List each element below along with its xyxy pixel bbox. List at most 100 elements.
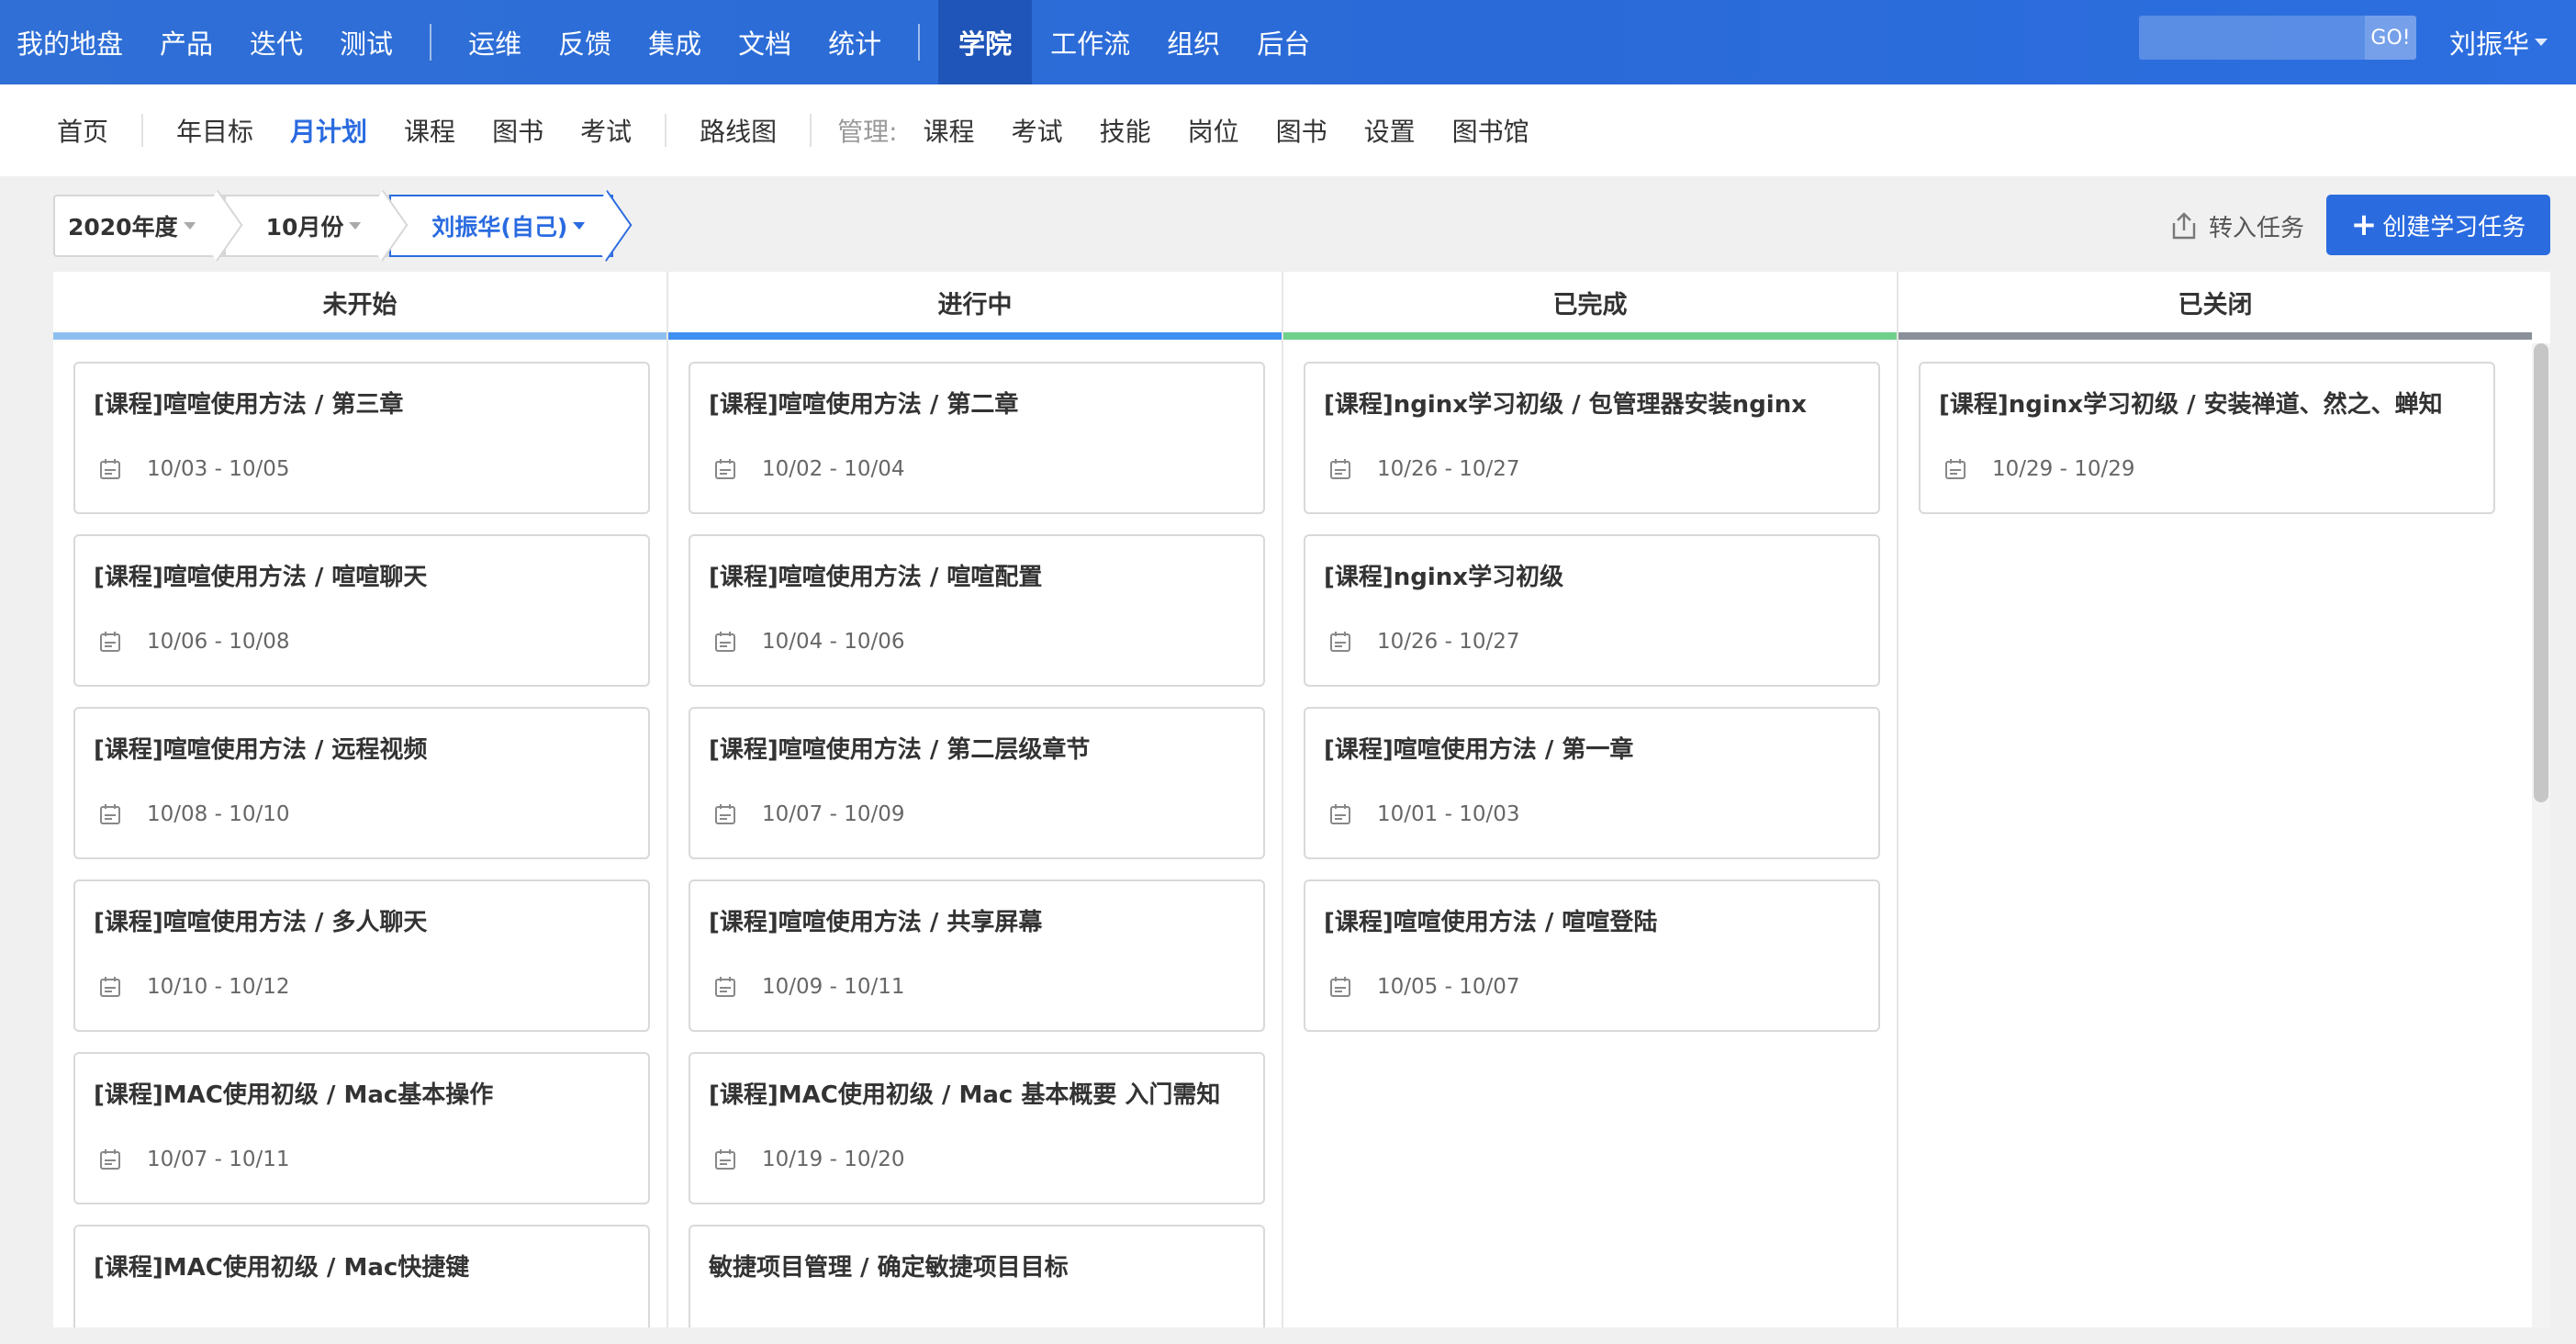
sub-nav-group-plan: 年目标 月计划 课程 图书 考试 bbox=[158, 112, 650, 149]
filter-breadcrumb: 2020年度 10月份 刘振华(自己) bbox=[53, 189, 633, 263]
sub-nav-item[interactable]: 图书馆 bbox=[1434, 112, 1548, 149]
column-title: 进行中 bbox=[937, 290, 1013, 319]
month-filter[interactable]: 10月份 bbox=[223, 189, 409, 263]
sub-nav-item[interactable]: 设置 bbox=[1346, 112, 1434, 149]
task-date-range: 10/29 - 10/29 bbox=[1992, 457, 2135, 481]
task-title: [课程]喧喧使用方法 / 第一章 bbox=[1324, 736, 1634, 764]
chip-arrow bbox=[581, 189, 633, 263]
sub-nav-group-manage: 课程 考试 技能 岗位 图书 设置 图书馆 bbox=[905, 112, 1548, 149]
task-date-range: 10/07 - 10/11 bbox=[147, 1148, 290, 1171]
top-nav-item[interactable]: 产品 bbox=[141, 0, 231, 84]
task-title: [课程]喧喧使用方法 / 喧喧登陆 bbox=[1324, 909, 1658, 936]
task-date: 10/04 - 10/06 bbox=[714, 630, 905, 654]
person-filter-label: 刘振华(自己) bbox=[431, 214, 568, 241]
sub-nav-item[interactable]: 考试 bbox=[562, 112, 650, 149]
import-task-button[interactable]: 转入任务 bbox=[2168, 195, 2304, 257]
top-nav-item[interactable]: 反馈 bbox=[540, 0, 630, 84]
task-date: 10/10 - 10/12 bbox=[99, 975, 290, 999]
top-nav-item[interactable]: 我的地盘 bbox=[0, 0, 141, 84]
manage-label: 管理: bbox=[837, 117, 898, 147]
top-nav-item[interactable]: 集成 bbox=[630, 0, 720, 84]
calendar-icon bbox=[99, 631, 134, 653]
sub-nav-group-route: 路线图 bbox=[681, 112, 795, 149]
top-nav-divider bbox=[918, 24, 921, 61]
year-filter[interactable]: 2020年度 bbox=[53, 189, 242, 263]
column-status-bar bbox=[1898, 332, 2532, 340]
top-nav-divider bbox=[430, 24, 432, 61]
task-card[interactable]: [课程]喧喧使用方法 / 第二章 10/02 - 10/04 bbox=[689, 362, 1265, 514]
task-card[interactable]: [课程]喧喧使用方法 / 第三章 10/03 - 10/05 bbox=[73, 362, 650, 514]
search-input[interactable] bbox=[2139, 16, 2365, 60]
calendar-icon bbox=[1329, 976, 1364, 998]
top-nav-item[interactable]: 后台 bbox=[1238, 0, 1328, 84]
task-card[interactable]: [课程]喧喧使用方法 / 共享屏幕 10/09 - 10/11 bbox=[689, 879, 1265, 1032]
top-nav-item[interactable]: 测试 bbox=[321, 0, 411, 84]
task-card[interactable]: 敏捷项目管理 / 确定敏捷项目目标 bbox=[689, 1225, 1265, 1327]
sub-nav-item[interactable]: 路线图 bbox=[681, 112, 795, 149]
task-card[interactable]: [课程]喧喧使用方法 / 第二层级章节 10/07 - 10/09 bbox=[689, 707, 1265, 859]
task-card[interactable]: [课程]nginx学习初级 10/26 - 10/27 bbox=[1304, 534, 1880, 687]
column-status-bar bbox=[668, 332, 1282, 340]
top-nav: 我的地盘 产品 迭代 测试 运维 反馈 集成 文档 统计 学院 工作流 组织 后台 GO! 刘振华 bbox=[0, 0, 2576, 84]
task-card[interactable]: [课程]喧喧使用方法 / 远程视频 10/08 - 10/10 bbox=[73, 707, 650, 859]
sub-nav-item[interactable]: 图书 bbox=[1258, 112, 1346, 149]
sub-nav-item[interactable]: 课程 bbox=[386, 112, 474, 149]
sub-nav-item[interactable]: 课程 bbox=[905, 112, 993, 149]
sub-nav-group-home: 首页 bbox=[39, 112, 127, 149]
task-date-range: 10/05 - 10/07 bbox=[1377, 975, 1520, 999]
sub-nav-item[interactable]: 年目标 bbox=[158, 112, 272, 149]
task-title: [课程]喧喧使用方法 / 喧喧聊天 bbox=[94, 564, 428, 591]
calendar-icon bbox=[714, 803, 749, 825]
task-card[interactable]: [课程]喧喧使用方法 / 多人聊天 10/10 - 10/12 bbox=[73, 879, 650, 1032]
sub-nav-item[interactable]: 首页 bbox=[39, 112, 127, 149]
calendar-icon bbox=[1944, 458, 1979, 480]
top-nav-group-main: 我的地盘 产品 迭代 测试 bbox=[0, 0, 411, 84]
top-nav-item[interactable]: 组织 bbox=[1148, 0, 1238, 84]
task-card[interactable]: [课程]nginx学习初级 / 包管理器安装nginx 10/26 - 10/27 bbox=[1304, 362, 1880, 514]
sub-nav-item[interactable]: 图书 bbox=[474, 112, 562, 149]
calendar-icon bbox=[99, 976, 134, 998]
task-date-range: 10/10 - 10/12 bbox=[147, 975, 290, 999]
task-card[interactable]: [课程]MAC使用初级 / Mac快捷键 bbox=[73, 1225, 650, 1327]
task-card[interactable]: [课程]喧喧使用方法 / 喧喧配置 10/04 - 10/06 bbox=[689, 534, 1265, 687]
sub-nav-divider bbox=[665, 114, 667, 147]
task-card[interactable]: [课程]喧喧使用方法 / 喧喧聊天 10/06 - 10/08 bbox=[73, 534, 650, 687]
task-card[interactable]: [课程]nginx学习初级 / 安装禅道、然之、蝉知 10/29 - 10/29 bbox=[1919, 362, 2495, 514]
task-date: 10/07 - 10/11 bbox=[99, 1148, 290, 1171]
task-date: 10/05 - 10/07 bbox=[1329, 975, 1520, 999]
top-nav-item[interactable]: 统计 bbox=[810, 0, 900, 84]
task-title: [课程]喧喧使用方法 / 第三章 bbox=[94, 391, 404, 419]
task-date-range: 10/04 - 10/06 bbox=[762, 630, 905, 654]
calendar-icon bbox=[714, 458, 749, 480]
task-date: 10/06 - 10/08 bbox=[99, 630, 290, 654]
search-go-button[interactable]: GO! bbox=[2365, 16, 2416, 60]
kanban-board: 已关闭 [课程]nginx学习初级 / 安装禅道、然之、蝉知 10/29 - 10/… bbox=[53, 272, 2550, 1327]
top-nav-item[interactable]: 学院 bbox=[938, 0, 1033, 84]
sub-nav-item[interactable]: 考试 bbox=[993, 112, 1081, 149]
person-filter[interactable]: 刘振华(自己) bbox=[389, 189, 633, 263]
task-title: 敏捷项目管理 / 确定敏捷项目目标 bbox=[709, 1254, 1069, 1282]
task-date: 10/07 - 10/09 bbox=[714, 802, 905, 826]
column-title: 已关闭 bbox=[2178, 290, 2253, 319]
sub-nav-item[interactable]: 技能 bbox=[1081, 112, 1170, 149]
top-nav-group-ops: 运维 反馈 集成 文档 统计 bbox=[450, 0, 900, 84]
task-title: [课程]nginx学习初级 / 包管理器安装nginx bbox=[1324, 391, 1807, 419]
scrollbar-thumb[interactable] bbox=[2534, 343, 2548, 802]
task-card[interactable]: [课程]MAC使用初级 / Mac基本操作 10/07 - 10/11 bbox=[73, 1052, 650, 1204]
task-card[interactable]: [课程]MAC使用初级 / Mac 基本概要 入门需知 10/19 - 10/20 bbox=[689, 1052, 1265, 1204]
column-status-bar bbox=[53, 332, 666, 340]
task-date-range: 10/02 - 10/04 bbox=[762, 457, 905, 481]
top-nav-item[interactable]: 运维 bbox=[450, 0, 540, 84]
column-title: 已完成 bbox=[1552, 290, 1628, 319]
create-learning-task-button[interactable]: + 创建学习任务 bbox=[2326, 195, 2550, 255]
calendar-icon bbox=[714, 976, 749, 998]
top-nav-item[interactable]: 工作流 bbox=[1032, 0, 1148, 84]
sub-nav-item[interactable]: 月计划 bbox=[272, 112, 386, 149]
task-card[interactable]: [课程]喧喧使用方法 / 第一章 10/01 - 10/03 bbox=[1304, 707, 1880, 859]
task-title: [课程]MAC使用初级 / Mac快捷键 bbox=[94, 1254, 470, 1282]
top-nav-item[interactable]: 文档 bbox=[720, 0, 810, 84]
sub-nav-item[interactable]: 岗位 bbox=[1170, 112, 1258, 149]
task-card[interactable]: [课程]喧喧使用方法 / 喧喧登陆 10/05 - 10/07 bbox=[1304, 879, 1880, 1032]
user-menu[interactable]: 刘振华 bbox=[2449, 0, 2548, 84]
top-nav-item[interactable]: 迭代 bbox=[231, 0, 321, 84]
